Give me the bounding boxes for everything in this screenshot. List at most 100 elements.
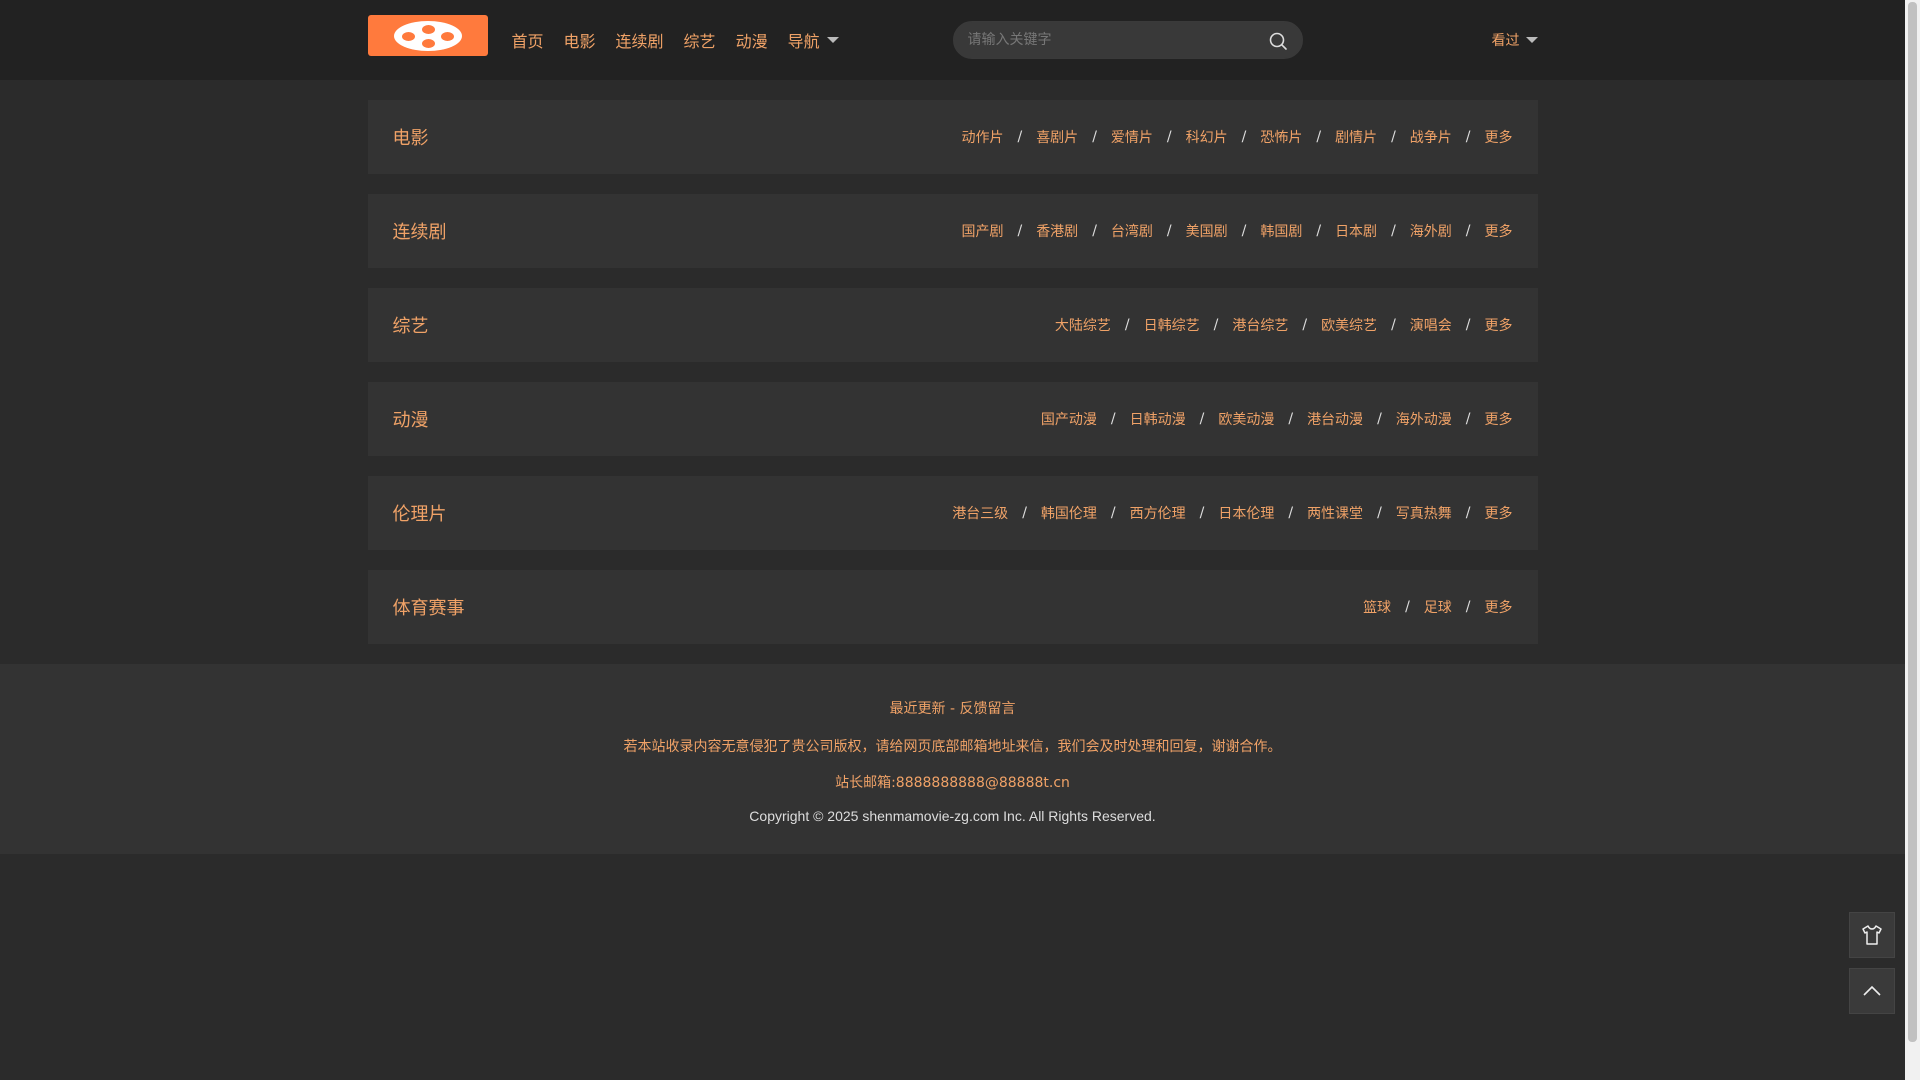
search-icon[interactable] [1268,31,1288,51]
subcategory-link[interactable]: 剧情片 [1335,127,1377,147]
nav-home[interactable]: 首页 [512,28,544,52]
category-row: 电影 动作片 / 喜剧片 / 爱情片 / 科幻片 / 恐怖片 / 剧情片 / 战争片 / 更多 [367,100,1538,174]
subcategory-link[interactable]: 动作片 [961,127,1003,147]
subcategory-link[interactable]: 演唱会 [1410,315,1452,335]
subcategory-link[interactable]: 日韩综艺 [1144,315,1200,335]
link-separator: / [1017,129,1023,145]
footer: 最近更新 - 反馈留言 若本站收录内容无意侵犯了贵公司版权，请给网页底部邮箱地址… [0,664,1905,854]
link-separator: / [1092,223,1097,239]
subcategory-link[interactable]: 篮球 [1363,597,1391,617]
subcategory-link[interactable]: 海外剧 [1410,221,1452,241]
site-logo[interactable] [367,15,488,56]
nav-guide-dropdown[interactable]: 导航 [788,28,839,52]
category-links: 篮球 / 足球 / 更多 [1363,597,1512,617]
subcategory-link[interactable]: 台湾剧 [1111,221,1153,241]
link-separator: / [1391,223,1396,239]
link-separator: / [1166,129,1172,145]
category-title[interactable]: 综艺 [393,312,429,338]
subcategory-link[interactable]: 美国剧 [1186,221,1228,241]
subcategory-link[interactable]: 港台动漫 [1307,409,1363,429]
subcategory-link[interactable]: 海外动漫 [1396,409,1452,429]
more-link[interactable]: 更多 [1485,127,1513,147]
subcategory-link[interactable]: 欧美综艺 [1321,315,1377,335]
link-separator: / [1377,411,1382,427]
link-separator: / [1241,223,1247,239]
link-separator: / [1391,129,1396,145]
category-title[interactable]: 连续剧 [393,218,447,244]
link-separator: / [1288,505,1294,521]
scrollbar-thumb[interactable] [1908,2,1917,1042]
subcategory-link[interactable]: 写真热舞 [1396,503,1452,523]
more-link[interactable]: 更多 [1485,315,1513,335]
search-input[interactable] [953,22,1254,58]
main-nav: 首页 电影 连续剧 综艺 动漫 导航 [512,0,859,80]
nav-movies[interactable]: 电影 [564,28,596,52]
link-separator: / [1316,129,1322,145]
subcategory-link[interactable]: 国产动漫 [1041,409,1097,429]
back-to-top-button[interactable] [1849,968,1895,1014]
subcategory-link[interactable]: 西方伦理 [1130,503,1186,523]
nav-series[interactable]: 连续剧 [616,28,664,52]
category-title[interactable]: 电影 [393,124,429,150]
link-separator: / [1302,317,1308,333]
copyright-notice: 若本站收录内容无意侵犯了贵公司版权，请给网页底部邮箱地址来信，我们会及时处理和回… [623,739,1282,755]
category-row: 连续剧 国产剧 / 香港剧 / 台湾剧 / 美国剧 / 韩国剧 / 日本剧 / 海外剧 / 更多 [367,194,1538,268]
page: 首页 电影 连续剧 综艺 动漫 导航 看过 电影动作片/喜剧片/爱情片/科幻片/… [0,0,1905,1080]
category-row: 综艺 大陆综艺 / 日韩综艺 / 港台综艺 / 欧美综艺 / 演唱会 / 更多 [367,288,1538,362]
link-separator: / [1465,411,1471,427]
header: 首页 电影 连续剧 综艺 动漫 导航 看过 [0,0,1905,80]
search-box [952,21,1303,59]
more-link[interactable]: 更多 [1485,409,1513,429]
link-separator: / [1124,317,1130,333]
nav-anime[interactable]: 动漫 [736,28,768,52]
feedback-link[interactable]: 反馈留言 [959,701,1015,717]
link-separator: / [1166,223,1172,239]
category-links: 国产动漫 / 日韩动漫 / 欧美动漫 / 港台动漫 / 海外动漫 / 更多 [1041,409,1513,429]
subcategory-link[interactable]: 战争片 [1410,127,1452,147]
more-link[interactable]: 更多 [1485,503,1513,523]
subcategory-link[interactable]: 足球 [1424,597,1452,617]
more-link[interactable]: 更多 [1485,221,1513,241]
subcategory-link[interactable]: 科幻片 [1186,127,1228,147]
category-title[interactable]: 动漫 [393,406,429,432]
category-links: 动作片 / 喜剧片 / 爱情片 / 科幻片 / 恐怖片 / 剧情片 / 战争片 / 更多 [961,127,1512,147]
subcategory-link[interactable]: 大陆综艺 [1055,315,1111,335]
subcategory-link[interactable]: 日韩动漫 [1130,409,1186,429]
link-separator: / [1377,505,1382,521]
subcategory-link[interactable]: 爱情片 [1111,127,1153,147]
nav-variety[interactable]: 综艺 [684,28,716,52]
subcategory-link[interactable]: 喜剧片 [1036,127,1078,147]
scrollbar[interactable] [1905,0,1920,1080]
category-title[interactable]: 体育赛事 [393,594,465,620]
chevron-up-icon [1863,985,1881,996]
link-separator: / [1022,505,1027,521]
recent-updates-link[interactable]: 最近更新 [890,701,946,717]
category-list: 电影 动作片 / 喜剧片 / 爱情片 / 科幻片 / 恐怖片 / 剧情片 / 战争片 / 更多 连续剧 国产剧 / 香… [367,100,1538,644]
subcategory-link[interactable]: 港台综艺 [1232,315,1288,335]
theme-button[interactable] [1849,912,1895,958]
link-separator: / [1288,411,1294,427]
subcategory-link[interactable]: 日本伦理 [1218,503,1274,523]
link-separator: / [1465,505,1471,521]
subcategory-link[interactable]: 两性课堂 [1307,503,1363,523]
shirt-icon [1862,925,1882,945]
link-separator: / [1110,505,1116,521]
link-separator: / [1017,223,1023,239]
link-separator: / [1316,223,1322,239]
subcategory-link[interactable]: 韩国伦理 [1041,503,1097,523]
link-separator: / [1465,129,1471,145]
category-row: 体育赛事 篮球 / 足球 / 更多 [367,570,1538,644]
link-separator: / [1241,129,1247,145]
link-separator: / [1199,411,1205,427]
history-dropdown[interactable]: 看过 [1492,0,1538,80]
more-link[interactable]: 更多 [1485,597,1513,617]
subcategory-link[interactable]: 香港剧 [1036,221,1078,241]
subcategory-link[interactable]: 欧美动漫 [1218,409,1274,429]
subcategory-link[interactable]: 日本剧 [1335,221,1377,241]
subcategory-link[interactable]: 港台三级 [952,503,1008,523]
subcategory-link[interactable]: 恐怖片 [1260,127,1302,147]
link-separator: / [1465,223,1471,239]
subcategory-link[interactable]: 国产剧 [961,221,1003,241]
subcategory-link[interactable]: 韩国剧 [1260,221,1302,241]
category-title[interactable]: 伦理片 [393,500,447,526]
